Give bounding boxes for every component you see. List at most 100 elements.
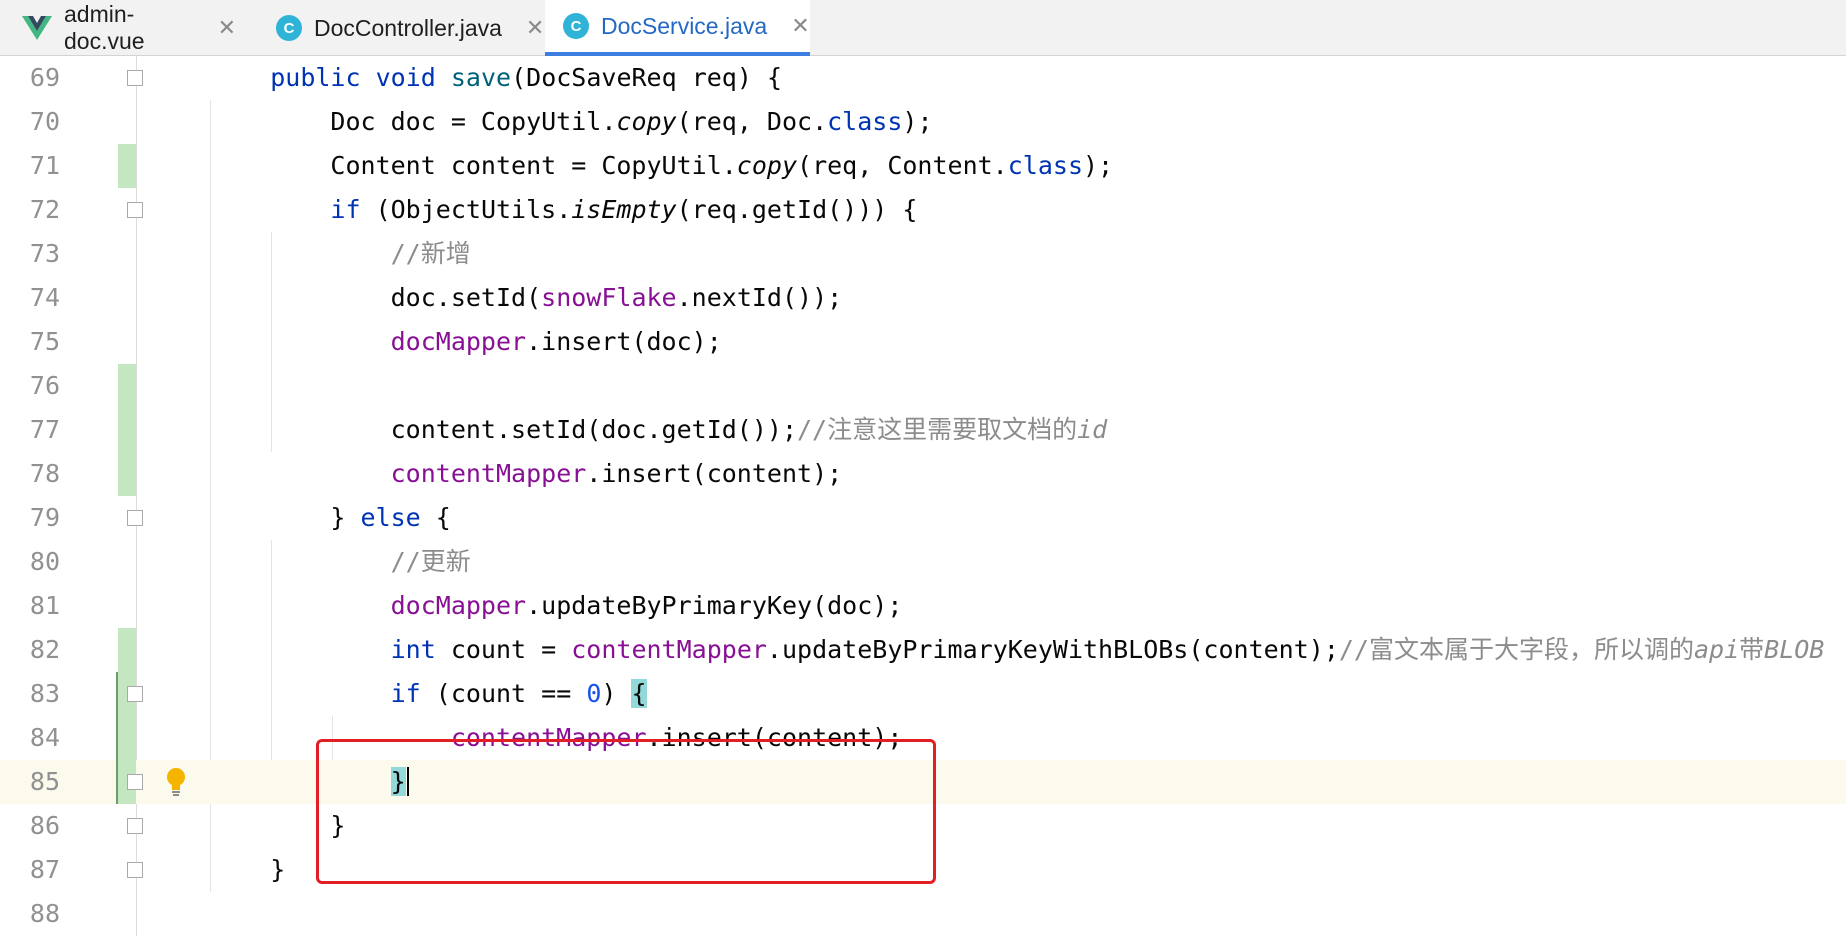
fold-marker-icon[interactable] — [127, 818, 143, 834]
line-number[interactable]: 80 — [0, 540, 60, 584]
line-number[interactable]: 71 — [0, 144, 60, 188]
code-token: .nextId()); — [676, 283, 843, 312]
code-line[interactable]: 74 doc.setId(snowFlake.nextId()); — [0, 276, 1846, 320]
java-class-icon: C — [276, 15, 302, 41]
vcs-change-marker[interactable] — [118, 452, 136, 496]
vcs-change-marker[interactable] — [118, 716, 136, 760]
line-number[interactable]: 69 — [0, 56, 60, 100]
close-tab-icon[interactable]: ✕ — [526, 17, 544, 39]
code-text[interactable]: if (ObjectUtils.isEmpty(req.getId())) { — [210, 188, 917, 232]
line-number[interactable]: 82 — [0, 628, 60, 672]
fold-marker-icon[interactable] — [127, 510, 143, 526]
code-line[interactable]: 88 — [0, 892, 1846, 936]
code-text[interactable]: //更新 — [210, 540, 471, 584]
line-number[interactable]: 74 — [0, 276, 60, 320]
code-text[interactable]: docMapper.insert(doc); — [210, 320, 722, 364]
tab-docservice-java[interactable]: C DocService.java ✕ — [545, 0, 810, 56]
code-line[interactable]: 70 Doc doc = CopyUtil.copy(req, Doc.clas… — [0, 100, 1846, 144]
line-number[interactable]: 77 — [0, 408, 60, 452]
tab-label: DocController.java — [314, 14, 502, 41]
line-number[interactable]: 84 — [0, 716, 60, 760]
line-number[interactable]: 79 — [0, 496, 60, 540]
tab-admin-doc-vue[interactable]: admin-doc.vue ✕ — [22, 0, 236, 56]
code-line[interactable]: 77 content.setId(doc.getId());//注意这里需要取文… — [0, 408, 1846, 452]
code-text[interactable]: //新增 — [210, 232, 471, 276]
code-text[interactable]: public void save(DocSaveReq req) { — [210, 56, 782, 100]
code-line[interactable]: 78 contentMapper.insert(content); — [0, 452, 1846, 496]
code-line[interactable]: 75 docMapper.insert(doc); — [0, 320, 1846, 364]
vcs-change-marker[interactable] — [118, 628, 136, 672]
fold-marker-icon[interactable] — [127, 686, 143, 702]
code-text[interactable]: int count = contentMapper.updateByPrimar… — [210, 628, 1825, 672]
line-number[interactable]: 85 — [0, 760, 60, 804]
code-token: api — [1693, 635, 1740, 664]
tab-doccontroller-java[interactable]: C DocController.java ✕ — [276, 0, 544, 56]
fold-marker-icon[interactable] — [127, 202, 143, 218]
code-token: 0 — [586, 679, 602, 708]
code-token: docMapper — [390, 327, 527, 356]
line-number[interactable]: 75 — [0, 320, 60, 364]
line-number[interactable]: 70 — [0, 100, 60, 144]
line-number[interactable]: 76 — [0, 364, 60, 408]
code-line[interactable]: 72 if (ObjectUtils.isEmpty(req.getId()))… — [0, 188, 1846, 232]
code-token: isEmpty — [571, 195, 677, 224]
line-number[interactable]: 78 — [0, 452, 60, 496]
vcs-modified-indicator — [116, 672, 118, 804]
line-number[interactable]: 81 — [0, 584, 60, 628]
line-number[interactable]: 83 — [0, 672, 60, 716]
vcs-change-marker[interactable] — [118, 144, 136, 188]
code-line[interactable]: 81 docMapper.updateByPrimaryKey(doc); — [0, 584, 1846, 628]
code-token: 带 — [1739, 635, 1765, 664]
code-text[interactable]: } — [210, 848, 285, 892]
line-number[interactable]: 73 — [0, 232, 60, 276]
code-text[interactable]: Content content = CopyUtil.copy(req, Con… — [210, 144, 1113, 188]
code-token: (req.getId())) { — [676, 195, 918, 224]
code-token: (DocSaveReq req) { — [511, 63, 783, 92]
fold-marker-icon[interactable] — [127, 862, 143, 878]
code-line[interactable]: 71 Content content = CopyUtil.copy(req, … — [0, 144, 1846, 188]
line-number[interactable]: 72 — [0, 188, 60, 232]
code-token: Doc doc = CopyUtil. — [210, 107, 617, 136]
code-text[interactable]: content.setId(doc.getId());//注意这里需要取文档的i… — [210, 408, 1108, 452]
code-token: class — [827, 107, 903, 136]
fold-marker-icon[interactable] — [127, 774, 143, 790]
code-editor[interactable]: 69 public void save(DocSaveReq req) {70 … — [0, 56, 1846, 936]
code-line[interactable]: 82 int count = contentMapper.updateByPri… — [0, 628, 1846, 672]
highlight-annotation-box — [316, 739, 936, 884]
code-text[interactable]: docMapper.updateByPrimaryKey(doc); — [210, 584, 903, 628]
code-token: if — [330, 195, 361, 224]
code-token: save — [450, 63, 512, 92]
vcs-change-marker[interactable] — [118, 408, 136, 452]
code-text[interactable]: if (count == 0) { — [210, 672, 647, 716]
close-tab-icon[interactable]: ✕ — [791, 15, 809, 37]
code-text[interactable]: doc.setId(snowFlake.nextId()); — [210, 276, 843, 320]
line-number[interactable]: 88 — [0, 892, 60, 936]
code-text[interactable]: } else { — [210, 496, 451, 540]
editor-tab-bar: admin-doc.vue ✕ C DocController.java ✕ C… — [0, 0, 1846, 56]
code-token: } — [210, 855, 286, 884]
code-token: snowFlake — [541, 283, 677, 312]
code-line[interactable]: 69 public void save(DocSaveReq req) { — [0, 56, 1846, 100]
code-line[interactable]: 76 — [0, 364, 1846, 408]
code-token: public — [270, 63, 361, 92]
code-token: { — [420, 503, 451, 532]
line-number[interactable]: 86 — [0, 804, 60, 848]
close-tab-icon[interactable]: ✕ — [218, 17, 236, 39]
intention-bulb-icon[interactable] — [164, 760, 188, 804]
code-line[interactable]: 73 //新增 — [0, 232, 1846, 276]
code-line[interactable]: 79 } else { — [0, 496, 1846, 540]
code-text[interactable]: Doc doc = CopyUtil.copy(req, Doc.class); — [210, 100, 932, 144]
code-text[interactable]: contentMapper.insert(content); — [210, 452, 843, 496]
code-token: id — [1077, 415, 1108, 444]
code-token: //新增 — [390, 239, 471, 268]
fold-marker-icon[interactable] — [127, 70, 143, 86]
line-number[interactable]: 87 — [0, 848, 60, 892]
code-line[interactable]: 80 //更新 — [0, 540, 1846, 584]
tab-label: DocService.java — [601, 12, 768, 39]
code-line[interactable]: 83 if (count == 0) { — [0, 672, 1846, 716]
vcs-change-marker[interactable] — [118, 364, 136, 408]
